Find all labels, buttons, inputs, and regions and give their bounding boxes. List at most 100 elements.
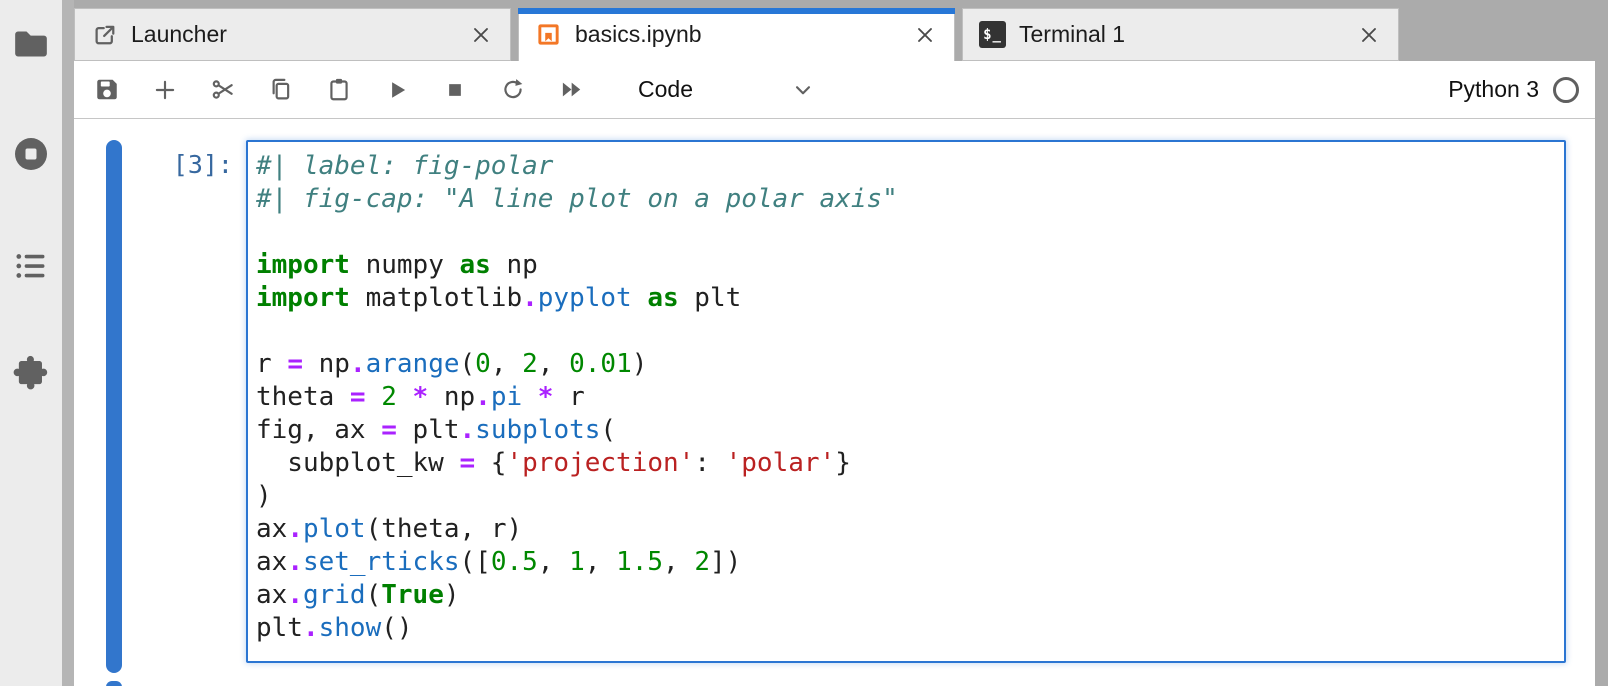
code-token: ) [632, 349, 648, 379]
code-line [256, 216, 1560, 249]
file-browser-button[interactable] [11, 24, 51, 64]
code-token: = [381, 415, 397, 445]
code-token: r [256, 349, 287, 379]
scissors-icon [210, 76, 236, 103]
running-sessions-button[interactable] [11, 134, 51, 174]
cell-type-select[interactable]: Code [638, 76, 816, 103]
code-token: ]) [710, 547, 741, 577]
code-token: plt [397, 415, 460, 445]
code-token: arange [366, 349, 460, 379]
table-of-contents-button[interactable] [11, 246, 51, 286]
code-token: (theta, r) [366, 514, 523, 544]
code-token: { [475, 448, 506, 478]
code-token: 2 [522, 349, 538, 379]
chevron-down-icon [790, 77, 816, 103]
tab-terminal-1[interactable]: $_ Terminal 1 [962, 8, 1399, 61]
code-token: . [460, 415, 476, 445]
interrupt-kernel-button[interactable] [442, 77, 468, 103]
fast-forward-icon [558, 76, 584, 103]
tab-basics-ipynb[interactable]: basics.ipynb [518, 8, 955, 61]
notebook-icon [535, 21, 562, 48]
code-token: import [256, 250, 350, 280]
running-sessions-icon [11, 133, 51, 175]
insert-cell-button[interactable] [152, 77, 178, 103]
close-icon[interactable] [1356, 22, 1382, 48]
close-icon[interactable] [912, 22, 938, 48]
code-line: r = np.arange(0, 2, 0.01) [256, 348, 1560, 381]
code-token: . [287, 514, 303, 544]
code-token: 0.5 [491, 547, 538, 577]
window-right-edge [1595, 0, 1608, 686]
code-token: 1 [569, 547, 585, 577]
code-line: fig, ax = plt.subplots( [256, 414, 1560, 447]
code-token: theta [256, 382, 350, 412]
code-line: ) [256, 480, 1560, 513]
code-token: numpy [350, 250, 460, 280]
restart-run-all-button[interactable] [558, 77, 584, 103]
next-cell-collapser[interactable] [106, 681, 122, 686]
code-token: . [287, 547, 303, 577]
sidebar-splitter[interactable] [62, 0, 74, 686]
code-token: . [303, 613, 319, 643]
main-dock-panel: Launcher basics.ipynb $_ Terminal 1 [74, 0, 1595, 686]
code-token: grid [303, 580, 366, 610]
code-line: subplot_kw = {'projection': 'polar'} [256, 447, 1560, 480]
code-token: 0 [475, 349, 491, 379]
paste-button[interactable] [326, 77, 352, 103]
code-editor[interactable]: #| label: fig-polar#| fig-cap: "A line p… [256, 150, 1560, 645]
code-token: . [522, 283, 538, 313]
code-token: , [663, 547, 694, 577]
code-token: #| fig-cap: "A line plot on a polar axis… [256, 184, 898, 214]
code-token: 1.5 [616, 547, 663, 577]
kernel-switcher[interactable]: Python 3 [1448, 76, 1585, 103]
extension-manager-button[interactable] [11, 350, 51, 390]
run-button[interactable] [384, 77, 410, 103]
close-icon[interactable] [468, 22, 494, 48]
tab-label: Launcher [131, 21, 227, 48]
code-token: * [413, 382, 429, 412]
code-token: plt [679, 283, 742, 313]
code-line: import matplotlib.pyplot as plt [256, 282, 1560, 315]
save-button[interactable] [94, 77, 120, 103]
code-line [256, 315, 1560, 348]
code-token: ) [444, 580, 460, 610]
paste-icon [326, 76, 352, 103]
restart-icon [500, 76, 526, 103]
cell-type-value: Code [638, 76, 693, 103]
code-token: , [585, 547, 616, 577]
code-line: #| fig-cap: "A line plot on a polar axis… [256, 183, 1560, 216]
code-token: = [460, 448, 476, 478]
code-token: ( [600, 415, 616, 445]
cut-button[interactable] [210, 77, 236, 103]
cell-collapser[interactable] [106, 140, 122, 673]
launcher-icon [91, 21, 118, 48]
code-token: , [491, 349, 522, 379]
kernel-name: Python 3 [1448, 76, 1539, 103]
code-token: 'polar' [726, 448, 836, 478]
code-token: * [538, 382, 554, 412]
code-token: subplot_kw [256, 448, 460, 478]
code-line: import numpy as np [256, 249, 1560, 282]
code-token [397, 382, 413, 412]
code-token: pyplot [538, 283, 632, 313]
code-token: . [475, 382, 491, 412]
code-token [366, 382, 382, 412]
code-token: r [553, 382, 584, 412]
tab-launcher[interactable]: Launcher [74, 8, 511, 61]
list-icon [12, 247, 50, 285]
code-token: : [694, 448, 725, 478]
dock-tabbar: Launcher basics.ipynb $_ Terminal 1 [74, 0, 1595, 61]
copy-button[interactable] [268, 77, 294, 103]
code-token: ( [460, 349, 476, 379]
code-token: plot [303, 514, 366, 544]
code-token: matplotlib [350, 283, 522, 313]
code-cell: #| label: fig-polar#| fig-cap: "A line p… [246, 140, 1566, 663]
code-token: . [350, 349, 366, 379]
save-icon [94, 76, 120, 103]
restart-kernel-button[interactable] [500, 77, 526, 103]
code-token: True [381, 580, 444, 610]
code-token: ax [256, 514, 287, 544]
code-token: = [350, 382, 366, 412]
code-token [632, 283, 648, 313]
code-line: ax.set_rticks([0.5, 1, 1.5, 2]) [256, 546, 1560, 579]
